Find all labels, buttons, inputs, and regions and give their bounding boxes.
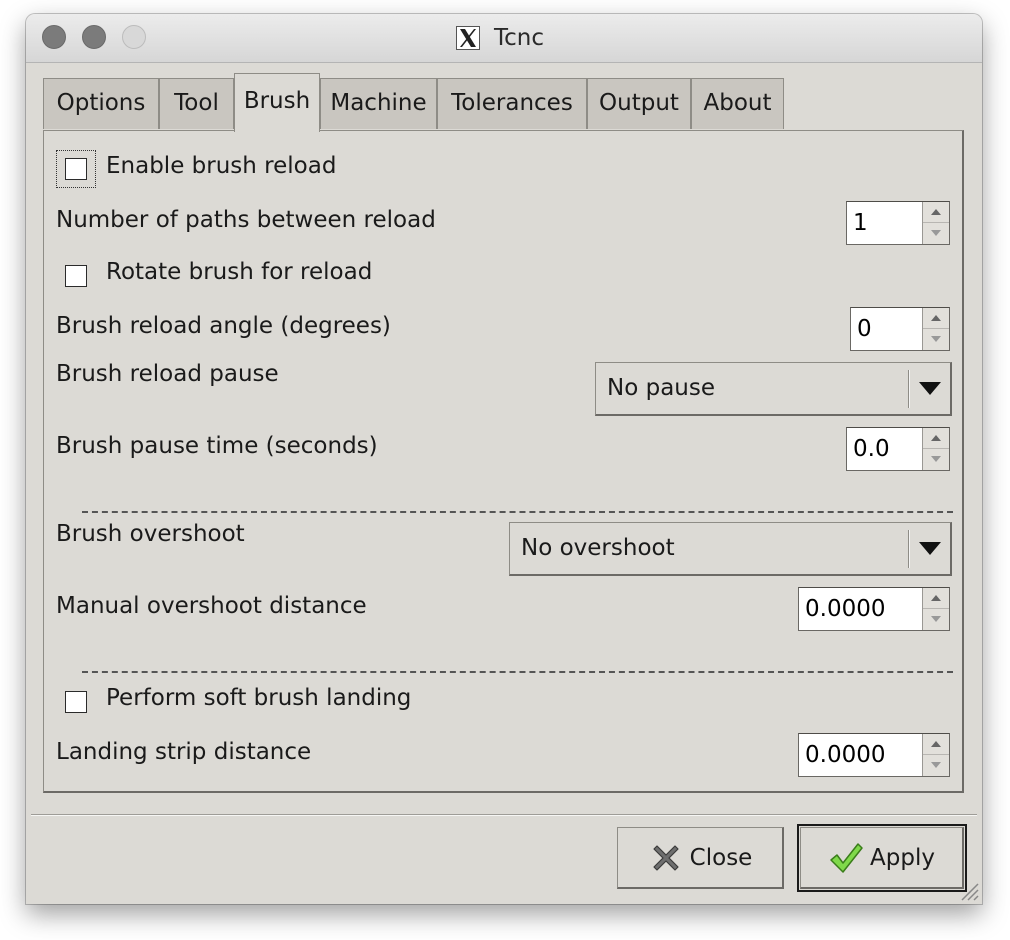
spin-down-arrow-icon[interactable] xyxy=(923,223,949,244)
soft-landing-label[interactable]: Perform soft brush landing xyxy=(106,685,411,711)
dropdown-separator xyxy=(908,530,910,568)
tcnc-window: Tcnc Options Tool Brush Machine Toleranc… xyxy=(26,14,982,904)
tab-machine[interactable]: Machine xyxy=(320,78,437,129)
spin-buttons xyxy=(922,734,949,776)
paths-between-reload-spinbox[interactable]: 1 xyxy=(846,201,950,245)
paths-between-reload-label: Number of paths between reload xyxy=(56,207,436,233)
manual-overshoot-spinbox[interactable]: 0.0000 xyxy=(798,587,950,631)
spin-down-arrow-icon[interactable] xyxy=(923,755,949,776)
pause-time-spinbox[interactable]: 0.0 xyxy=(846,427,950,471)
tab-output[interactable]: Output xyxy=(587,78,691,129)
landing-strip-value[interactable]: 0.0000 xyxy=(799,734,923,776)
close-button-label: Close xyxy=(689,844,753,871)
landing-strip-label: Landing strip distance xyxy=(56,739,312,765)
reload-pause-selected: No pause xyxy=(607,375,715,401)
triangle-down-icon xyxy=(919,542,941,555)
spin-up-arrow-icon[interactable] xyxy=(923,202,949,223)
spin-up-arrow-icon[interactable] xyxy=(923,734,949,755)
reload-angle-value[interactable]: 0 xyxy=(851,308,923,350)
triangle-down-icon xyxy=(919,382,941,395)
overshoot-dropdown[interactable]: No overshoot xyxy=(509,522,952,576)
manual-overshoot-value[interactable]: 0.0000 xyxy=(799,588,923,630)
checkmark-icon xyxy=(830,842,863,873)
window-minimize-traffic-light[interactable] xyxy=(82,25,106,49)
tab-tool[interactable]: Tool xyxy=(159,78,234,129)
spin-up-arrow-icon[interactable] xyxy=(923,428,949,449)
apply-button-label: Apply xyxy=(870,844,935,871)
dropdown-separator xyxy=(908,370,910,408)
reload-pause-dropdown[interactable]: No pause xyxy=(595,362,952,416)
pause-time-value[interactable]: 0.0 xyxy=(847,428,923,470)
spin-up-arrow-icon[interactable] xyxy=(923,588,949,609)
enable-brush-reload-checkbox[interactable] xyxy=(65,158,87,180)
tab-options[interactable]: Options xyxy=(43,78,159,129)
close-button[interactable]: Close xyxy=(617,827,784,889)
rotate-brush-label[interactable]: Rotate brush for reload xyxy=(106,259,372,285)
spin-down-arrow-icon[interactable] xyxy=(923,329,949,350)
apply-button[interactable]: Apply xyxy=(797,824,967,892)
spin-buttons xyxy=(922,428,949,470)
overshoot-label: Brush overshoot xyxy=(56,521,245,547)
close-x-icon xyxy=(653,844,679,871)
reload-angle-spinbox[interactable]: 0 xyxy=(850,307,950,351)
title-bar[interactable]: Tcnc xyxy=(26,14,982,63)
tab-brush[interactable]: Brush xyxy=(234,73,320,132)
tab-about[interactable]: About xyxy=(691,78,784,129)
x11-icon xyxy=(456,26,480,50)
window-zoom-traffic-light[interactable] xyxy=(122,25,146,49)
reload-pause-label: Brush reload pause xyxy=(56,361,279,387)
spin-buttons xyxy=(922,588,949,630)
soft-landing-checkbox[interactable] xyxy=(65,691,87,713)
dashed-separator xyxy=(82,671,953,673)
reload-angle-label: Brush reload angle (degrees) xyxy=(56,313,391,339)
rotate-brush-checkbox[interactable] xyxy=(65,265,87,287)
title-wrap: Tcnc xyxy=(456,25,544,51)
landing-strip-spinbox[interactable]: 0.0000 xyxy=(798,733,950,777)
overshoot-selected: No overshoot xyxy=(521,535,675,561)
footer-separator xyxy=(31,814,977,816)
paths-between-reload-value[interactable]: 1 xyxy=(847,202,923,244)
spin-down-arrow-icon[interactable] xyxy=(923,449,949,470)
enable-brush-reload-label[interactable]: Enable brush reload xyxy=(106,153,336,179)
window-close-traffic-light[interactable] xyxy=(42,25,66,49)
spin-up-arrow-icon[interactable] xyxy=(923,308,949,329)
dashed-separator xyxy=(82,511,953,513)
pause-time-label: Brush pause time (seconds) xyxy=(56,433,378,459)
spin-buttons xyxy=(922,202,949,244)
resize-grip-icon[interactable] xyxy=(956,878,980,902)
window-title: Tcnc xyxy=(494,25,545,51)
tab-tolerances[interactable]: Tolerances xyxy=(437,78,587,129)
spin-down-arrow-icon[interactable] xyxy=(923,609,949,630)
manual-overshoot-label: Manual overshoot distance xyxy=(56,593,367,619)
spin-buttons xyxy=(922,308,949,350)
brush-tab-panel: Enable brush reload Number of paths betw… xyxy=(43,130,964,793)
